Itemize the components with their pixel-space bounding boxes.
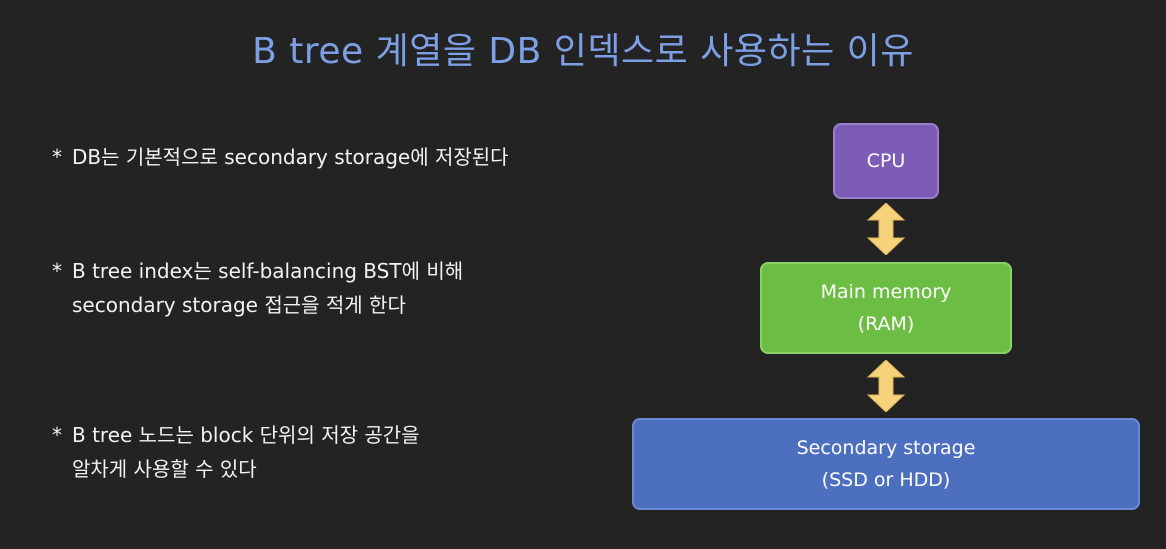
- bullet-item-2: * B tree index는 self-balancing BST에 비해 se…: [52, 254, 463, 322]
- bullet-text-line2: secondary storage 접근을 적게 한다: [72, 293, 406, 317]
- cpu-label: CPU: [866, 150, 906, 172]
- bullet-text: B tree 노드는 block 단위의 저장 공간을: [72, 423, 420, 447]
- cpu-box: CPU: [833, 123, 939, 199]
- slide-title: B tree 계열을 DB 인덱스로 사용하는 이유: [252, 31, 914, 72]
- main-memory-sublabel: (RAM): [857, 313, 915, 335]
- bullet-marker: *: [52, 145, 62, 169]
- double-arrow-icon: [866, 360, 906, 412]
- secondary-storage-box: Secondary storage (SSD or HDD): [632, 418, 1140, 510]
- bullet-item-1: * DB는 기본적으로 secondary storage에 저장된다: [52, 140, 509, 174]
- bullet-item-3: * B tree 노드는 block 단위의 저장 공간을 알차게 사용할 수 있…: [52, 418, 420, 486]
- main-memory-box: Main memory (RAM): [760, 262, 1012, 354]
- bullet-text: B tree index는 self-balancing BST에 비해: [72, 259, 464, 283]
- bullet-marker: *: [52, 259, 62, 283]
- main-memory-label: Main memory: [820, 281, 952, 303]
- bullet-text-line2: 알차게 사용할 수 있다: [72, 457, 257, 481]
- secondary-storage-sublabel: (SSD or HDD): [821, 469, 951, 491]
- double-arrow-icon: [866, 203, 906, 255]
- bullet-marker: *: [52, 423, 62, 447]
- secondary-storage-label: Secondary storage: [796, 437, 976, 459]
- bullet-text: DB는 기본적으로 secondary storage에 저장된다: [72, 145, 509, 169]
